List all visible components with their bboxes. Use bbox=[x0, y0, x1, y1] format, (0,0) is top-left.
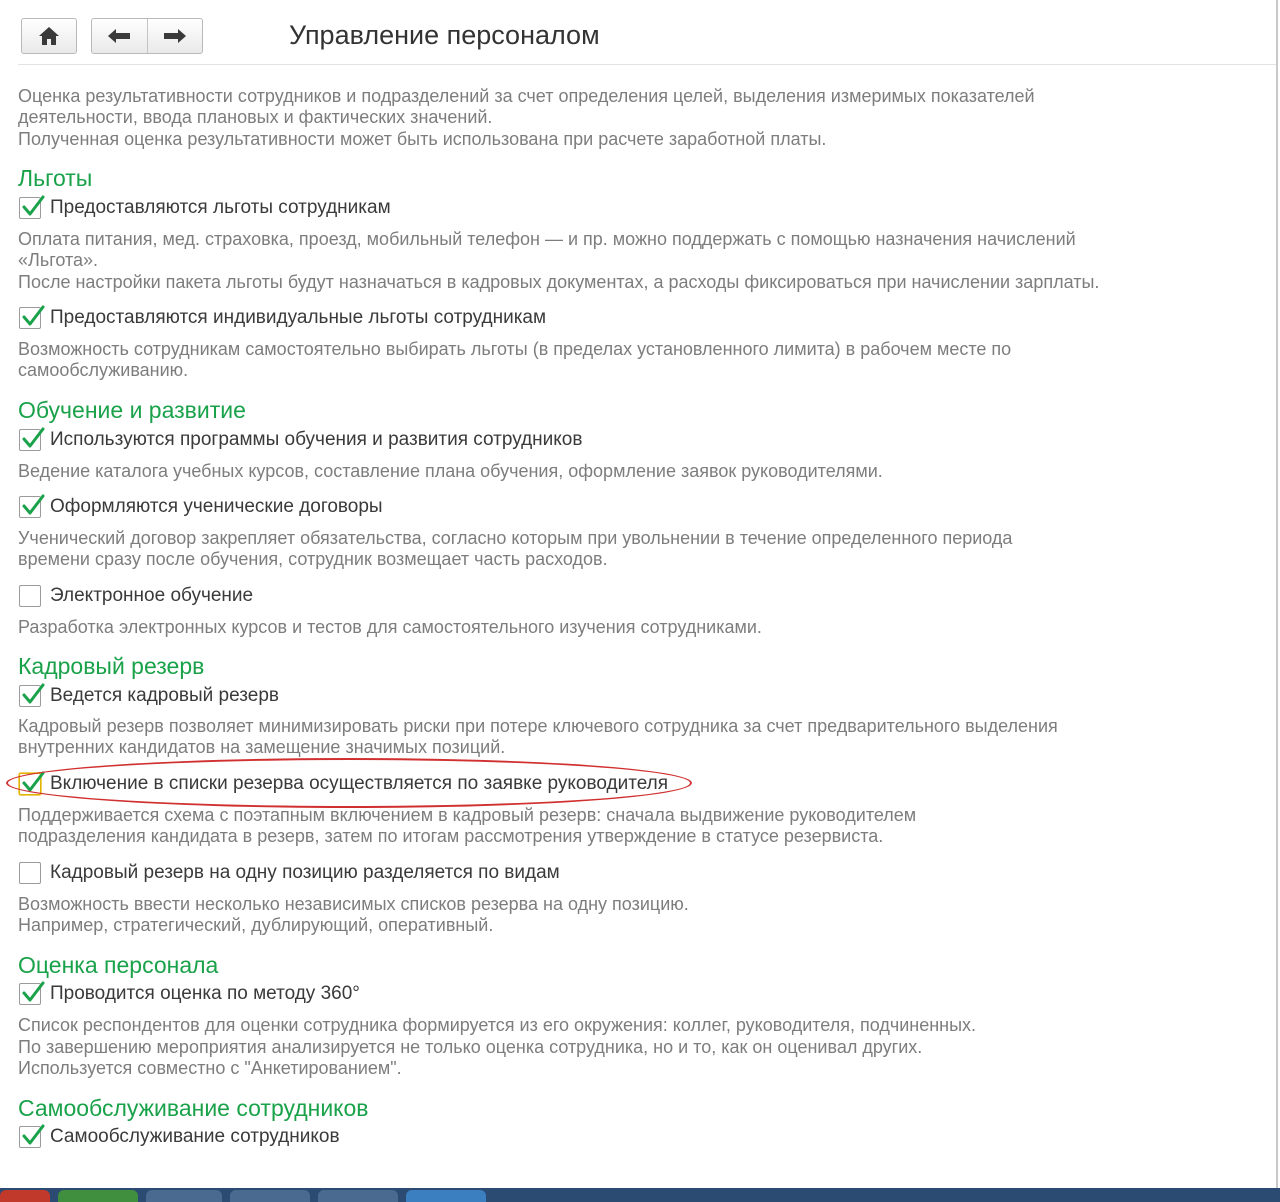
taskbar-start-button[interactable] bbox=[0, 1190, 50, 1202]
option-description: Кадровый резерв позволяет минимизировать… bbox=[18, 716, 1058, 736]
section-title-reserve: Кадровый резерв bbox=[18, 653, 205, 679]
checkbox-personnel-reserve[interactable]: Ведется кадровый резерв bbox=[19, 683, 280, 708]
checkbox[interactable] bbox=[19, 195, 45, 219]
intro-text: деятельности, ввода плановых и фактическ… bbox=[18, 107, 493, 127]
checkbox-label: Самообслуживание сотрудников bbox=[50, 1126, 340, 1147]
option-description: Разработка электронных курсов и тестов д… bbox=[18, 617, 762, 637]
taskbar-app[interactable] bbox=[230, 1190, 310, 1202]
checkbox-label: Предоставляются льготы сотрудникам bbox=[50, 197, 391, 218]
back-button[interactable] bbox=[92, 19, 147, 53]
header-divider bbox=[18, 64, 1276, 65]
checkbox-label: Электронное обучение bbox=[50, 585, 254, 606]
checkbox-label: Предоставляются индивидуальные льготы со… bbox=[50, 307, 547, 328]
option-description: внутренних кандидатов на замещение значи… bbox=[18, 737, 506, 757]
intro-text: Оценка результативности сотрудников и по… bbox=[18, 86, 1035, 106]
arrow-left-icon bbox=[108, 29, 131, 43]
checkbox-label: Ведется кадровый резерв bbox=[50, 685, 280, 706]
intro-text: Полученная оценка результативности может… bbox=[18, 129, 827, 149]
highlight-annotation bbox=[6, 758, 692, 808]
section-title-training: Обучение и развитие bbox=[18, 397, 246, 423]
forward-button[interactable] bbox=[146, 19, 203, 53]
taskbar-app[interactable] bbox=[146, 1190, 222, 1202]
option-description: Оплата питания, мед. страховка, проезд, … bbox=[18, 229, 1076, 249]
checkbox-benefits[interactable]: Предоставляются льготы сотрудникам bbox=[19, 195, 391, 220]
checkbox-training-programs[interactable]: Используются программы обучения и развит… bbox=[19, 427, 583, 452]
checkbox-label: Проводится оценка по методу 360° bbox=[50, 983, 360, 1004]
home-button[interactable] bbox=[21, 18, 77, 54]
checkbox-360-assessment[interactable]: Проводится оценка по методу 360° bbox=[19, 981, 360, 1006]
checkbox[interactable] bbox=[19, 305, 45, 329]
checkmark-icon bbox=[22, 195, 45, 216]
checkbox-label: Кадровый резерв на одну позицию разделяе… bbox=[50, 862, 560, 883]
option-description: Возможность сотрудникам самостоятельно в… bbox=[18, 339, 1012, 359]
checkbox-student-contracts[interactable]: Оформляются ученические договоры bbox=[19, 494, 383, 519]
checkbox-e-learning[interactable]: Электронное обучение bbox=[19, 584, 253, 608]
checkmark-icon bbox=[22, 305, 45, 326]
checkmark-icon bbox=[22, 981, 45, 1002]
option-description: времени сразу после обучения, сотрудник … bbox=[18, 549, 608, 569]
arrow-right-icon bbox=[163, 29, 186, 43]
history-buttons bbox=[91, 18, 203, 54]
checkbox[interactable] bbox=[19, 427, 45, 451]
settings-window: Управление персоналом Оценка результатив… bbox=[0, 0, 1278, 1188]
checkbox[interactable] bbox=[19, 585, 41, 607]
option-description: Ученический договор закрепляет обязатель… bbox=[18, 528, 1013, 548]
checkbox[interactable] bbox=[19, 1124, 45, 1148]
checkbox[interactable] bbox=[19, 683, 45, 707]
checkbox-label: Используются программы обучения и развит… bbox=[50, 429, 583, 450]
checkmark-icon bbox=[22, 1124, 45, 1145]
option-description: Поддерживается схема с поэтапным включен… bbox=[18, 805, 917, 825]
checkbox-reserve-by-types[interactable]: Кадровый резерв на одну позицию разделяе… bbox=[19, 861, 560, 885]
checkbox[interactable] bbox=[19, 981, 45, 1005]
option-description: После настройки пакета льготы будут назн… bbox=[18, 272, 1100, 292]
taskbar-app[interactable] bbox=[406, 1190, 486, 1202]
option-description: подразделения кандидата в резерв, затем … bbox=[18, 826, 884, 846]
option-description: По завершению мероприятия анализируется … bbox=[18, 1037, 923, 1057]
checkbox-label: Оформляются ученические договоры bbox=[50, 496, 383, 517]
checkmark-icon bbox=[22, 494, 45, 515]
checkbox[interactable] bbox=[19, 494, 45, 518]
option-description: «Льгота». bbox=[18, 250, 99, 270]
section-title-assessment: Оценка персонала bbox=[18, 952, 219, 978]
section-title-selfservice: Самообслуживание сотрудников bbox=[18, 1095, 369, 1121]
home-icon bbox=[39, 27, 59, 45]
option-description: Используется совместно с "Анкетированием… bbox=[18, 1058, 402, 1078]
option-description: самообслуживанию. bbox=[18, 360, 189, 380]
option-description: Список респондентов для оценки сотрудник… bbox=[18, 1015, 977, 1035]
checkbox-individual-benefits[interactable]: Предоставляются индивидуальные льготы со… bbox=[19, 305, 547, 330]
page-title: Управление персоналом bbox=[289, 20, 600, 50]
option-description: Ведение каталога учебных курсов, составл… bbox=[18, 461, 883, 481]
section-title-benefits: Льготы bbox=[18, 165, 93, 191]
option-description: Возможность ввести несколько независимых… bbox=[18, 894, 689, 914]
taskbar-app[interactable] bbox=[58, 1190, 138, 1202]
option-description: Например, стратегический, дублирующий, о… bbox=[18, 915, 494, 935]
taskbar bbox=[0, 1188, 1280, 1202]
checkmark-icon bbox=[22, 427, 45, 448]
checkbox[interactable] bbox=[19, 862, 41, 884]
taskbar-app[interactable] bbox=[318, 1190, 398, 1202]
checkbox-self-service[interactable]: Самообслуживание сотрудников bbox=[19, 1124, 340, 1149]
checkmark-icon bbox=[22, 683, 45, 704]
